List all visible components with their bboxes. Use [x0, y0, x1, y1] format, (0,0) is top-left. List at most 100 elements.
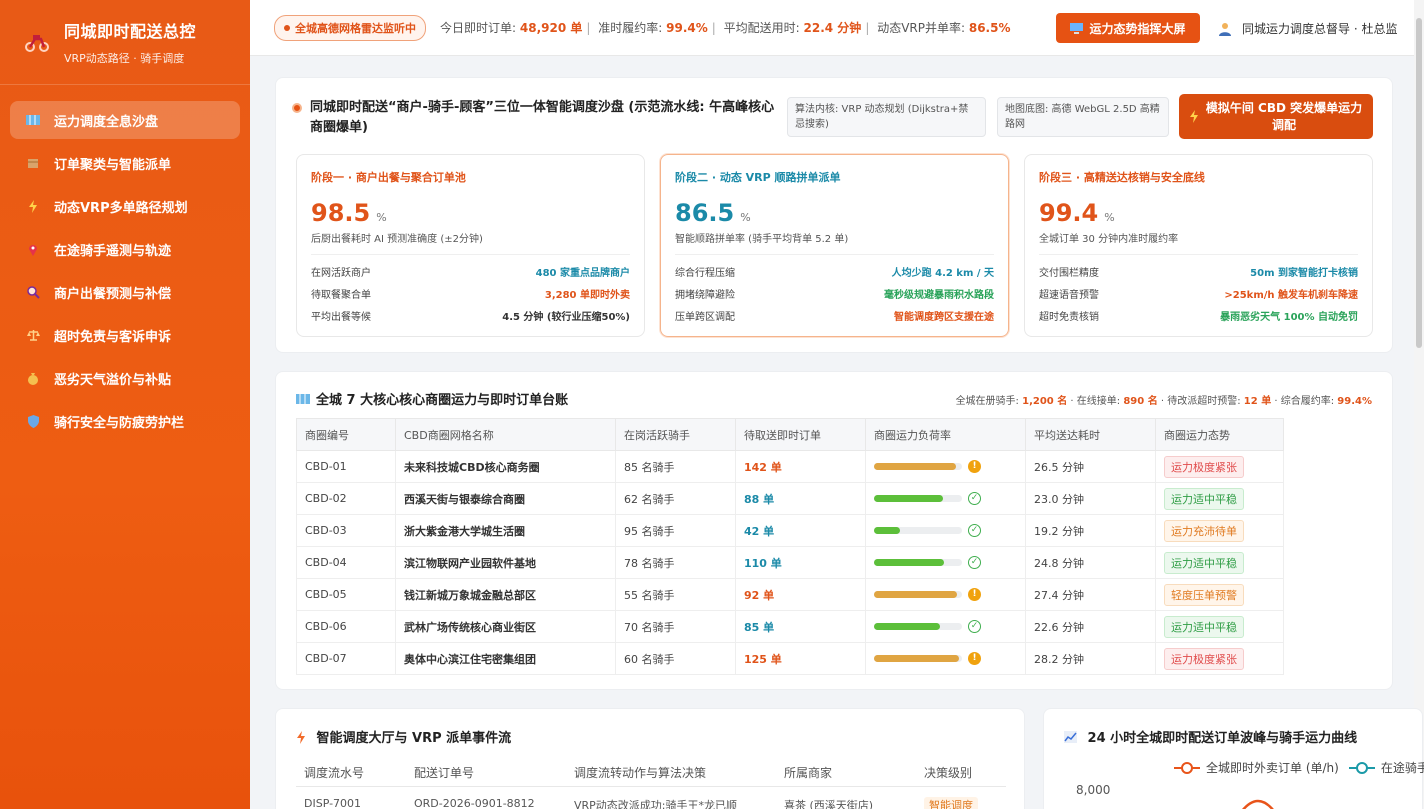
- legend-orders[interactable]: 全城即时外卖订单 (单/h): [1206, 759, 1339, 776]
- load-bar: [874, 623, 962, 631]
- chart-icon: [1064, 731, 1077, 743]
- table-row[interactable]: CBD-07 奥体中心滨江住宅密集组团 60 名骑手 125 单! 28.2 分钟 运力极…: [296, 642, 1285, 675]
- stage-metric-row: 超速语音预警 >25km/h 触发车机刹车降速: [1039, 289, 1358, 301]
- sidebar-item-merchant-forecast[interactable]: 商户出餐预测与补偿: [10, 273, 240, 311]
- avg-time-cell: 22.6 分钟: [1025, 610, 1156, 643]
- load-cell: !: [865, 450, 1026, 483]
- orders-cell: 85 单: [735, 610, 866, 643]
- load-cell: ✓: [865, 610, 1026, 643]
- sidebar-item-telemetry[interactable]: 在途骑手遥测与轨迹: [10, 230, 240, 268]
- dispatch-events-card: 智能调度大厅与 VRP 派单事件流 调度流水号 配送订单号 调度流转动作与算法决…: [275, 708, 1025, 809]
- table-row[interactable]: CBD-02 西溪天街与银泰综合商圈 62 名骑手 88 单 ✓ 23.0 分钟 运力适中平…: [296, 482, 1285, 515]
- sidebar-item-appeal[interactable]: 超时免责与客诉申诉: [10, 316, 240, 354]
- column-header[interactable]: 平均送达耗时: [1025, 418, 1156, 451]
- scooter-logo-icon: [25, 35, 49, 52]
- load-cell: ✓: [865, 546, 1026, 579]
- column-header[interactable]: 商圈运力态势: [1155, 418, 1284, 451]
- scrollbar-thumb[interactable]: [1416, 18, 1422, 348]
- column-header[interactable]: 待取送即时订单: [735, 418, 866, 451]
- location-pin-icon: [26, 242, 40, 256]
- cbd-name-cell: 钱江新城万象城金融总部区: [395, 578, 616, 611]
- stage-label: 阶段一 · 商户出餐与聚合订单池: [311, 171, 466, 184]
- dispatch-sandbox-card: 同城即时配送“商户-骑手-顾客”三位一体智能调度沙盘 (示范流水线: 午高峰核心…: [275, 77, 1393, 353]
- load-bar-fill: [874, 655, 960, 663]
- order-curve-card: 24 小时全城即时配送订单波峰与骑手运力曲线 全城即时外卖订单 (单/h) 在途…: [1043, 708, 1424, 809]
- page-scrollbar[interactable]: [1414, 0, 1424, 809]
- stage-label: 阶段三 · 高精送达核销与安全底线: [1039, 171, 1205, 184]
- riders-cell: 62 名骑手: [615, 482, 736, 515]
- cbd-name-cell: 滨江物联网产业园软件基地: [395, 546, 616, 579]
- table-row[interactable]: CBD-06 武林广场传统核心商业街区 70 名骑手 85 单 ✓ 22.6 分钟 运力适中…: [296, 610, 1285, 643]
- simulate-surge-button[interactable]: 模拟午间 CBD 突发爆单运力调配: [1179, 94, 1373, 139]
- sidebar-item-order-cluster[interactable]: 订单聚类与智能派单: [10, 144, 240, 182]
- status-badge: 运力充沛待单: [1164, 519, 1244, 542]
- legend-marker-riders: [1348, 761, 1375, 774]
- status-dot-icon: [292, 103, 302, 113]
- load-bar: [874, 495, 962, 503]
- load-cell: ✓: [865, 514, 1026, 547]
- orders-cell: 88 单: [735, 482, 866, 515]
- table-row[interactable]: CBD-05 钱江新城万象城金融总部区 55 名骑手 92 单! 27.4 分钟 轻度压单…: [296, 578, 1285, 611]
- command-screen-button[interactable]: 运力态势指挥大屏: [1056, 13, 1200, 43]
- load-cell: !: [865, 642, 1026, 675]
- sandbox-title: 同城即时配送“商户-骑手-顾客”三位一体智能调度沙盘 (示范流水线: 午高峰核心…: [290, 98, 780, 138]
- check-circle-icon: ✓: [968, 556, 981, 570]
- stage-value: 86.5%: [675, 199, 751, 227]
- sidebar-item-vrp[interactable]: 动态VRP多单路径规划: [10, 187, 240, 225]
- basemap-tag: 地图底图: 高德 WebGL 2.5D 高精路网: [997, 97, 1169, 137]
- column-header: 所属商家: [784, 766, 833, 780]
- status-badge: 运力适中平稳: [1164, 615, 1244, 638]
- stage-metrics: 综合行程压缩 人均少跑 4.2 km / 天 拥堵绕障避险 毫秒级规避暴雨积水路段 …: [675, 254, 994, 326]
- column-header[interactable]: CBD商圈网格名称: [395, 418, 616, 451]
- table-row[interactable]: CBD-01 未来科技城CBD核心商务圈 85 名骑手 142 单! 26.5 分钟 运力…: [296, 450, 1285, 483]
- riders-cell: 55 名骑手: [615, 578, 736, 611]
- sidebar-item-sandbox[interactable]: 运力调度全息沙盘: [10, 101, 240, 139]
- shield-icon: [26, 414, 40, 428]
- load-bar: [874, 591, 962, 599]
- table-row[interactable]: CBD-03 浙大紫金港大学城生活圈 95 名骑手 42 单 ✓ 19.2 分钟 运力充沛待…: [296, 514, 1285, 547]
- state-cell: 运力适中平稳: [1155, 546, 1284, 579]
- riders-cell: 60 名骑手: [615, 642, 736, 675]
- money-bag-icon: [26, 371, 40, 385]
- stage-label: 阶段二 · 动态 VRP 顺路拼单派单: [675, 171, 841, 184]
- riders-cell: 78 名骑手: [615, 546, 736, 579]
- user-avatar-icon: [1219, 22, 1231, 36]
- cbd-name-cell: 未来科技城CBD核心商务圈: [395, 450, 616, 483]
- cbd-ledger-card: 全城 7 大核心核心商圈运力与即时订单台账 全城在册骑手: 1,200 名 · …: [275, 371, 1393, 690]
- load-bar-fill: [874, 495, 943, 503]
- stage-card-vrp: 阶段二 · 动态 VRP 顺路拼单派单 86.5% 智能顺路拼单率 (骑手平均背…: [660, 154, 1009, 337]
- cbd-name-cell: 西溪天街与银泰综合商圈: [395, 482, 616, 515]
- lightning-icon: [297, 731, 305, 744]
- user-profile[interactable]: 同城运力调度总督导 · 杜总监: [1218, 20, 1397, 37]
- load-cell: ✓: [865, 482, 1026, 515]
- scale-icon: [26, 328, 40, 342]
- column-header[interactable]: 商圈编号: [296, 418, 396, 451]
- monitor-icon: [1070, 22, 1084, 34]
- cbd-id-cell: CBD-04: [296, 546, 396, 579]
- orders-cell: 142 单: [735, 450, 866, 483]
- avg-time-cell: 23.0 分钟: [1025, 482, 1156, 515]
- column-header[interactable]: 在岗活跃骑手: [615, 418, 736, 451]
- lightning-icon: [1190, 110, 1198, 123]
- table-row[interactable]: CBD-04 滨江物联网产业园软件基地 78 名骑手 110 单 ✓ 24.8 分钟 运力适…: [296, 546, 1285, 579]
- cbd-id-cell: CBD-07: [296, 642, 396, 675]
- brand-title: 同城即时配送总控: [64, 22, 197, 41]
- cbd-name-cell: 武林广场传统核心商业街区: [395, 610, 616, 643]
- lightning-icon: [26, 199, 40, 213]
- stage-card-delivery: 阶段三 · 高精送达核销与安全底线 99.4% 全城订单 30 分钟内准时履约率…: [1024, 154, 1373, 337]
- stage-description: 智能顺路拼单率 (骑手平均背单 5.2 单): [675, 234, 849, 245]
- warning-icon: !: [968, 588, 981, 602]
- sidebar-nav: 运力调度全息沙盘 订单聚类与智能派单 动态VRP多单路径规划 在途骑手遥测与轨迹…: [0, 85, 250, 461]
- column-header[interactable]: 商圈运力负荷率: [865, 418, 1026, 451]
- avg-time-cell: 27.4 分钟: [1025, 578, 1156, 611]
- sidebar-item-safety[interactable]: 骑行安全与防疲劳护栏: [10, 402, 240, 440]
- sidebar-item-label: 订单聚类与智能派单: [54, 157, 172, 173]
- legend-riders[interactable]: 在途骑手: [1381, 759, 1424, 776]
- check-circle-icon: ✓: [968, 524, 981, 538]
- sidebar-item-weather-subsidy[interactable]: 恶劣天气溢价与补贴: [10, 359, 240, 397]
- stage-metric-row: 在网活跃商户 480 家重点品牌商户: [311, 267, 630, 279]
- curve-peak-marker: [1242, 799, 1274, 809]
- orders-cell: 92 单: [735, 578, 866, 611]
- sidebar-item-label: 动态VRP多单路径规划: [54, 200, 188, 216]
- status-badge: 运力适中平稳: [1164, 487, 1244, 510]
